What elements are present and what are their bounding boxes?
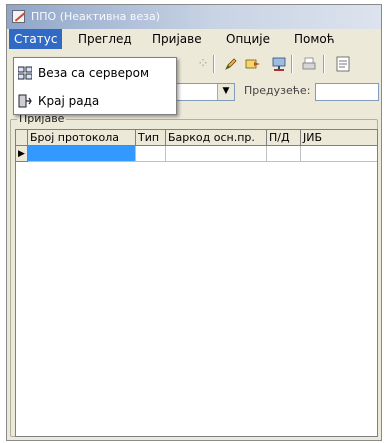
menu-status[interactable]: Статус <box>9 29 63 49</box>
table-cell[interactable] <box>301 146 377 162</box>
menu-bar: Статус Преглед Пријаве Опције Помоћ <box>7 29 381 49</box>
menu-item-server-connection[interactable]: Веза са сервером <box>14 60 176 86</box>
toolbar-separator <box>213 55 215 73</box>
server-connection-icon <box>18 66 32 80</box>
menu-opcije[interactable]: Опције <box>221 29 275 49</box>
column-header-pd[interactable]: П/Д <box>267 130 301 146</box>
toolbar-separator <box>291 55 293 73</box>
company-input[interactable] <box>315 83 379 101</box>
status-dropdown-menu: Веза са сервером Крај рада <box>13 57 177 115</box>
title-bar[interactable]: ППО (Неактивна веза) <box>7 5 381 29</box>
app-window: ППО (Неактивна веза) Статус Преглед Приј… <box>6 4 382 441</box>
column-header-barkod[interactable]: Баркод осн.пр. <box>166 130 267 146</box>
grid-corner <box>16 130 28 146</box>
window-title: ППО (Неактивна веза) <box>31 10 161 23</box>
column-header-jib[interactable]: ЈИБ <box>301 130 377 146</box>
table-cell[interactable] <box>166 146 267 162</box>
print-icon[interactable] <box>299 54 319 74</box>
table-cell[interactable] <box>267 146 301 162</box>
column-header-tip[interactable]: Тип <box>136 130 166 146</box>
table-cell-selected[interactable] <box>28 146 136 162</box>
edit-icon[interactable] <box>221 54 241 74</box>
network-icon[interactable] <box>269 54 289 74</box>
company-label: Предузеће: <box>244 84 311 97</box>
disabled-tool-icon: ⁘ <box>197 56 209 72</box>
row-indicator-icon: ▶ <box>16 146 28 162</box>
menu-prijave[interactable]: Пријаве <box>147 29 207 49</box>
menu-item-label: Веза са сервером <box>38 66 149 80</box>
app-icon <box>12 10 25 23</box>
forward-icon[interactable] <box>243 54 263 74</box>
report-icon[interactable] <box>333 54 353 74</box>
chevron-down-icon[interactable]: ▼ <box>217 84 234 100</box>
menu-item-exit[interactable]: Крај рада <box>14 88 176 114</box>
exit-icon <box>18 94 32 108</box>
toolbar-separator <box>323 55 325 73</box>
menu-pregled[interactable]: Преглед <box>73 29 137 49</box>
column-header-protokol[interactable]: Број протокола <box>28 130 136 146</box>
menu-item-label: Крај рада <box>38 94 100 108</box>
prijave-grid[interactable]: Број протокола Тип Баркод осн.пр. П/Д ЈИ… <box>15 129 378 437</box>
table-cell[interactable] <box>136 146 166 162</box>
menu-pomoc[interactable]: Помоћ <box>289 29 340 49</box>
